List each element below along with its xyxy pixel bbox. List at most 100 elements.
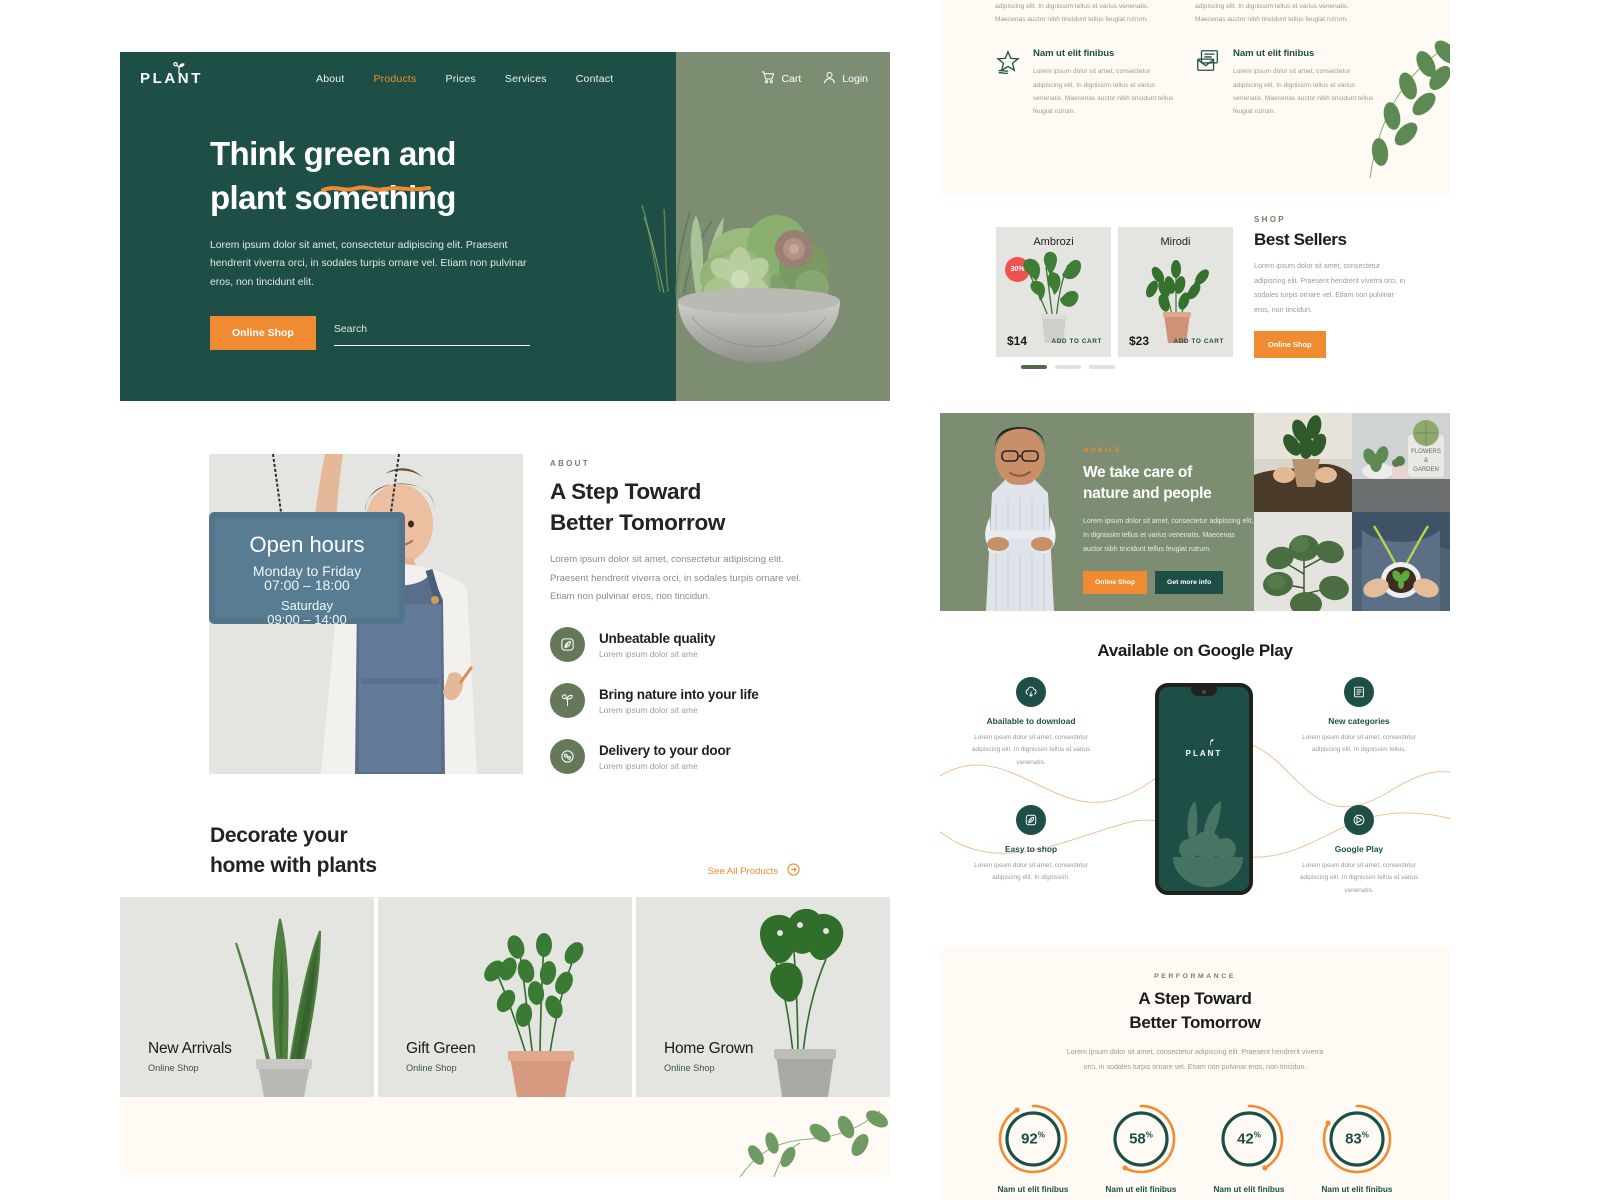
product-name: Ambrozi (1033, 236, 1074, 248)
nav-link-about[interactable]: About (316, 73, 344, 85)
stat-value: 92% (1021, 1130, 1045, 1148)
search-input[interactable] (333, 323, 530, 336)
care-get-more-info-button[interactable]: Get more info (1155, 570, 1224, 594)
carousel-bar-3[interactable] (1089, 365, 1115, 369)
phone-mockup: PLANT (1155, 683, 1253, 895)
login-button[interactable]: Login (823, 71, 868, 87)
nav-actions: Cart Login (761, 70, 868, 87)
desktop-mockup-left: PLANT About Products Prices Services Con… (120, 52, 890, 1200)
stat-label: Nam ut elit finibus (1105, 1185, 1177, 1195)
product-category-card[interactable]: Gift Green Online Shop (378, 897, 632, 1097)
phone-logo-text: PLANT (1185, 749, 1223, 758)
carousel-bar-1[interactable] (1021, 365, 1047, 369)
best-sellers-online-shop-button[interactable]: Online Shop (1254, 331, 1326, 359)
about-feature-title: Unbeatable quality (599, 630, 716, 646)
phone-brand-logo: PLANT (1159, 739, 1249, 758)
performance-section: PERFORMANCE A Step Toward Better Tomorro… (940, 947, 1450, 1200)
performance-stat: 58% Nam ut elit finibus (1103, 1101, 1179, 1194)
carousel-dot-3[interactable] (733, 428, 743, 438)
feature-title: Easy to shop (1004, 844, 1058, 854)
best-sellers-section: Ambrozi 30% $14 ADD TO CART Mirodi $23 A… (940, 195, 1450, 413)
svg-text:GARDEN: GARDEN (1413, 467, 1439, 473)
carousel-dot-2[interactable] (712, 428, 722, 438)
feature-top-text: adipiscing elit. In dignissim tellus et … (1195, 3, 1349, 24)
best-sellers-carousel-bars (1021, 365, 1115, 369)
google-play-section: Available on Google Play Abailable to do… (940, 611, 1450, 947)
star-waves-icon (995, 48, 1021, 118)
stat-label: Nam ut elit finibus (1213, 1185, 1285, 1195)
about-feature-subtitle: Lorem ipsum dolor sit ame (599, 760, 698, 771)
hero-carousel-dots (691, 428, 743, 438)
care-title-line1: We take care of (1083, 464, 1192, 481)
svg-text:09:00 – 14:00: 09:00 – 14:00 (267, 612, 347, 627)
performance-stat: 83% Nam ut elit finibus (1319, 1101, 1395, 1194)
performance-title: A Step Toward Better Tomorrow (940, 987, 1450, 1035)
nav-link-prices[interactable]: Prices (446, 73, 476, 85)
feature-item: Nam ut elit finibus Lorem ipsum dolor si… (995, 48, 1177, 118)
about-paragraph: Lorem ipsum dolor sit amet, consectetur … (550, 554, 802, 602)
carousel-dot-1[interactable] (691, 428, 701, 438)
product-category-card[interactable]: New Arrivals Online Shop (120, 897, 374, 1097)
feature-text: Lorem ipsum dolor sit amet, consectetur … (974, 862, 1088, 882)
gallery-image-rubber-plant (1254, 512, 1352, 611)
care-eyebrow: MOBILE (1083, 447, 1122, 454)
product-name: Mirodi (1160, 236, 1191, 248)
feature-column: adipiscing elit. In dignissim tellus et … (995, 0, 1177, 118)
decorate-cards: New Arrivals Online Shop Gift Green Onli… (120, 897, 890, 1097)
add-to-cart-button[interactable]: ADD TO CART (1051, 338, 1102, 345)
google-play-feature: Easy to shop Lorem ipsum dolor sit amet,… (966, 805, 1096, 885)
performance-stats-chart: 92% Nam ut elit finibus 58% Nam ut elit fin… (940, 1101, 1450, 1194)
about-eyebrow: ABOUT (550, 459, 590, 468)
decorate-title-line1: Decorate your (210, 824, 348, 847)
product-category-card[interactable]: Home Grown Online Shop (636, 897, 890, 1097)
stat-value: 42% (1237, 1130, 1261, 1148)
care-title: We take care of nature and people (1083, 462, 1256, 505)
svg-text:Open hours: Open hours (250, 532, 365, 557)
about-feature-subtitle: Lorem ipsum dolor sit ame (599, 704, 698, 715)
see-all-products-link[interactable]: See All Products (708, 863, 800, 879)
user-icon (823, 71, 836, 87)
hero-content: Think green and plant something Lorem ip… (210, 132, 550, 350)
product-card[interactable]: Mirodi $23 ADD TO CART (1118, 227, 1233, 357)
right-features-section: adipiscing elit. In dignissim tellus et … (940, 0, 1450, 195)
about-feature-item: Bring nature into your life Lorem ipsum … (550, 683, 820, 719)
hero-search[interactable] (333, 319, 530, 347)
screenshot-canvas: PLANT About Products Prices Services Con… (0, 0, 1600, 1200)
leaf-badge-icon (550, 627, 585, 663)
stat-value: 83% (1345, 1130, 1369, 1148)
squiggle-underline-icon (320, 180, 432, 198)
performance-title-line2: Better Tomorrow (1129, 1013, 1261, 1033)
add-to-cart-button[interactable]: ADD TO CART (1173, 338, 1224, 345)
gallery-image-flowers-garden: FLOWERS & GARDEN (1352, 413, 1450, 512)
svg-text:Saturday: Saturday (281, 598, 334, 613)
product-price: $14 (1007, 334, 1028, 348)
carousel-bar-2[interactable] (1055, 365, 1081, 369)
feature-text: Lorem ipsum dolor sit amet, consectetur … (1033, 68, 1174, 115)
about-section: Open hours Monday to Friday 07:00 – 18:0… (120, 401, 890, 821)
shopping-cart-icon (761, 70, 775, 87)
feature-title: Abailable to download (986, 716, 1076, 726)
care-online-shop-button[interactable]: Online Shop (1083, 570, 1148, 594)
best-sellers-title: Best Sellers (1254, 230, 1347, 249)
best-sellers-paragraph: Lorem ipsum dolor sit amet, consectetur … (1254, 262, 1406, 314)
about-feature-title: Delivery to your door (599, 742, 731, 758)
product-card[interactable]: Ambrozi 30% $14 ADD TO CART (996, 227, 1111, 357)
delivery-icon (550, 739, 585, 775)
svg-text:FLOWERS: FLOWERS (1411, 449, 1441, 455)
nav-link-products[interactable]: Products (373, 73, 416, 85)
desktop-mockup-right: adipiscing elit. In dignissim tellus et … (940, 0, 1450, 1200)
care-paragraph: Lorem ipsum dolor sit amet, consectetur … (1083, 517, 1254, 553)
performance-stat: 42% Nam ut elit finibus (1211, 1101, 1287, 1194)
hero-paragraph: Lorem ipsum dolor sit amet, consectetur … (210, 240, 527, 288)
google-play-feature: New categories Lorem ipsum dolor sit ame… (1294, 677, 1424, 757)
cart-button[interactable]: Cart (761, 70, 801, 87)
stat-value: 58% (1129, 1130, 1153, 1148)
nav-link-contact[interactable]: Contact (576, 73, 614, 85)
nav-link-services[interactable]: Services (505, 73, 547, 85)
feature-title: Google Play (1334, 844, 1384, 854)
person-photo (962, 413, 1078, 611)
hero-title-line1: Think green and (210, 135, 456, 172)
sprout-icon (171, 61, 187, 80)
hero-online-shop-button[interactable]: Online Shop (210, 315, 316, 350)
brand-logo[interactable]: PLANT (140, 61, 216, 88)
